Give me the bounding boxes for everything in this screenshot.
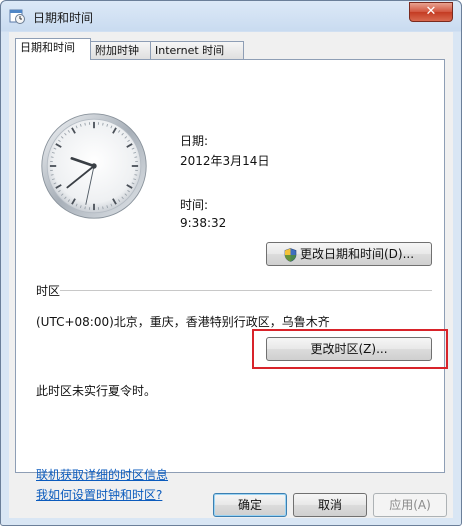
timezone-value: (UTC+08:00)北京，重庆，香港特别行政区，乌鲁木齐: [36, 315, 330, 329]
apply-button[interactable]: 应用(A): [373, 493, 447, 517]
minute-tick: [84, 122, 86, 126]
tab-date-time[interactable]: 日期和时间: [15, 38, 91, 60]
close-icon: ✕: [425, 4, 437, 19]
tab-panel-date-time: 日期: 2012年3月14日 时间: 9:38:32 更改日期和时间(D)...…: [15, 59, 448, 502]
change-date-time-label: 更改日期和时间(D)...: [299, 247, 415, 261]
online-timezone-info-link[interactable]: 联机获取详细的时区信息: [36, 466, 168, 483]
minute-tick: [102, 122, 104, 126]
date-time-dialog: 日期和时间 ✕ 日期和时间 附加时钟 Internet 时间 日期: 2012年…: [0, 0, 462, 526]
minute-tick: [134, 174, 138, 176]
ok-label: 确定: [237, 498, 262, 512]
dst-note: 此时区未实行夏令时。: [36, 384, 157, 398]
date-label: 日期:: [180, 134, 209, 148]
analog-clock: [41, 113, 147, 219]
change-timezone-label: 更改时区(Z)...: [310, 342, 388, 356]
clock-center: [91, 163, 97, 169]
cancel-button[interactable]: 取消: [293, 493, 367, 517]
clock-calendar-icon: [9, 9, 25, 24]
how-to-set-clock-link[interactable]: 我如何设置时钟和时区?: [36, 486, 162, 503]
minute-tick: [50, 174, 54, 176]
ok-button[interactable]: 确定: [213, 493, 287, 517]
tab-label: 日期和时间: [20, 41, 75, 54]
change-timezone-button[interactable]: 更改时区(Z)...: [266, 337, 432, 361]
title-bar[interactable]: 日期和时间 ✕: [1, 1, 461, 31]
minute-tick: [102, 206, 104, 210]
tab-internet-time[interactable]: Internet 时间: [150, 41, 244, 60]
uac-shield-icon: [284, 247, 297, 262]
dialog-client-area: 日期和时间 附加时钟 Internet 时间 日期: 2012年3月14日 时间…: [9, 32, 453, 518]
tab-label: Internet 时间: [155, 44, 225, 57]
time-value: 9:38:32: [180, 216, 227, 230]
minute-tick: [134, 156, 138, 158]
close-button[interactable]: ✕: [409, 2, 453, 22]
minute-tick: [84, 206, 86, 210]
cancel-label: 取消: [317, 498, 342, 512]
change-date-time-button[interactable]: 更改日期和时间(D)...: [266, 242, 432, 266]
window-title: 日期和时间: [33, 11, 94, 25]
timezone-section-label: 时区: [36, 284, 61, 298]
minute-tick: [50, 156, 54, 158]
apply-label: 应用(A): [389, 498, 431, 512]
time-label: 时间:: [180, 198, 209, 212]
tab-additional-clocks[interactable]: 附加时钟: [90, 41, 151, 60]
date-value: 2012年3月14日: [180, 154, 270, 168]
timezone-separator: [60, 290, 432, 291]
tab-label: 附加时钟: [95, 44, 139, 57]
